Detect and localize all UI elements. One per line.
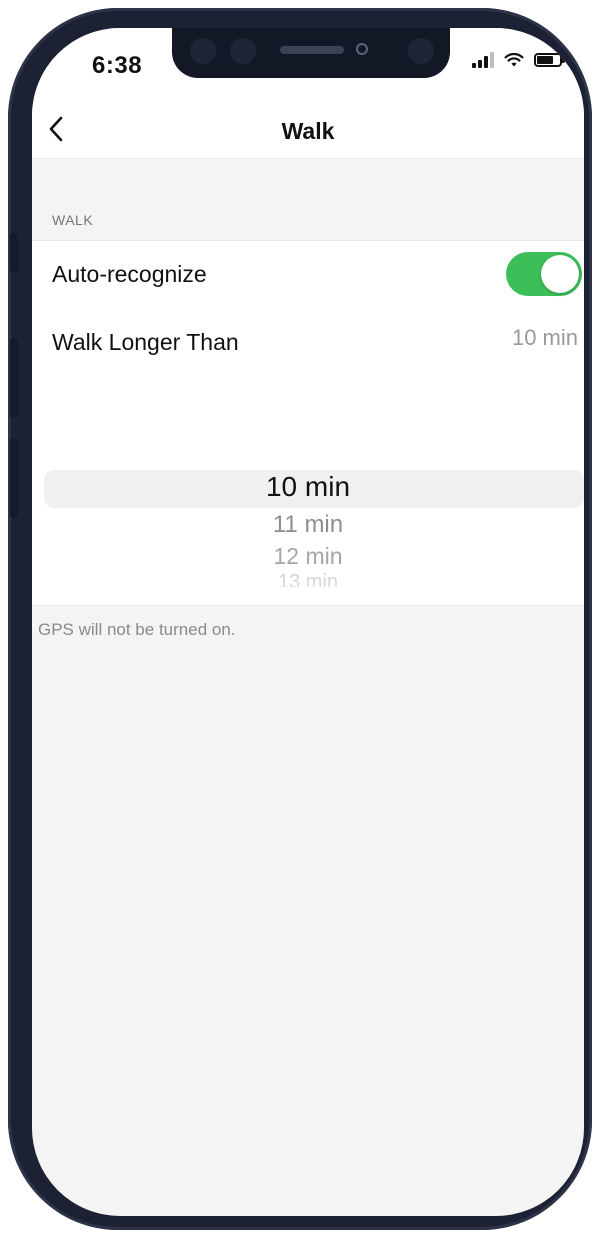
- picker-option-selected[interactable]: 10 min: [32, 471, 584, 503]
- walk-longer-than-label: Walk Longer Than: [52, 329, 239, 355]
- stage: 6:38 Walk WALK Auto-recognize Walk Longe…: [0, 0, 600, 1234]
- volume-up-button: [10, 338, 18, 418]
- picker-option[interactable]: 13 min: [32, 571, 584, 587]
- toggle-knob: [541, 255, 579, 293]
- walk-longer-than-row[interactable]: Walk Longer Than 10 min: [32, 307, 584, 367]
- sensor-dot: [190, 38, 216, 64]
- front-camera: [356, 43, 368, 55]
- auto-recognize-toggle[interactable]: [506, 252, 582, 296]
- wifi-icon: [504, 52, 524, 67]
- picker-option[interactable]: 11 min: [32, 511, 584, 539]
- walk-longer-than-value: 10 min: [511, 325, 578, 350]
- navigation-bar: Walk: [32, 100, 584, 159]
- status-icons: [472, 52, 565, 68]
- status-bar: 6:38: [32, 28, 584, 100]
- auto-recognize-label: Auto-recognize: [52, 261, 207, 287]
- notch: [172, 28, 450, 78]
- gps-footnote: GPS will not be turned on.: [38, 620, 236, 639]
- battery-icon: [534, 53, 565, 67]
- page-title: Walk: [281, 118, 335, 144]
- sensor-dot: [230, 38, 256, 64]
- mute-switch: [10, 233, 18, 273]
- screen: 6:38 Walk WALK Auto-recognize Walk Longe…: [32, 28, 584, 1216]
- cellular-signal-icon: [472, 52, 494, 68]
- status-time: 6:38: [92, 52, 143, 79]
- section-header: WALK: [52, 212, 94, 228]
- auto-recognize-row: Auto-recognize: [32, 240, 584, 308]
- duration-picker[interactable]: 10 min 11 min 12 min 13 min: [32, 367, 584, 606]
- sensor-dot: [408, 38, 434, 64]
- earpiece-speaker: [280, 46, 344, 54]
- volume-down-button: [10, 438, 18, 518]
- picker-option[interactable]: 12 min: [32, 543, 584, 570]
